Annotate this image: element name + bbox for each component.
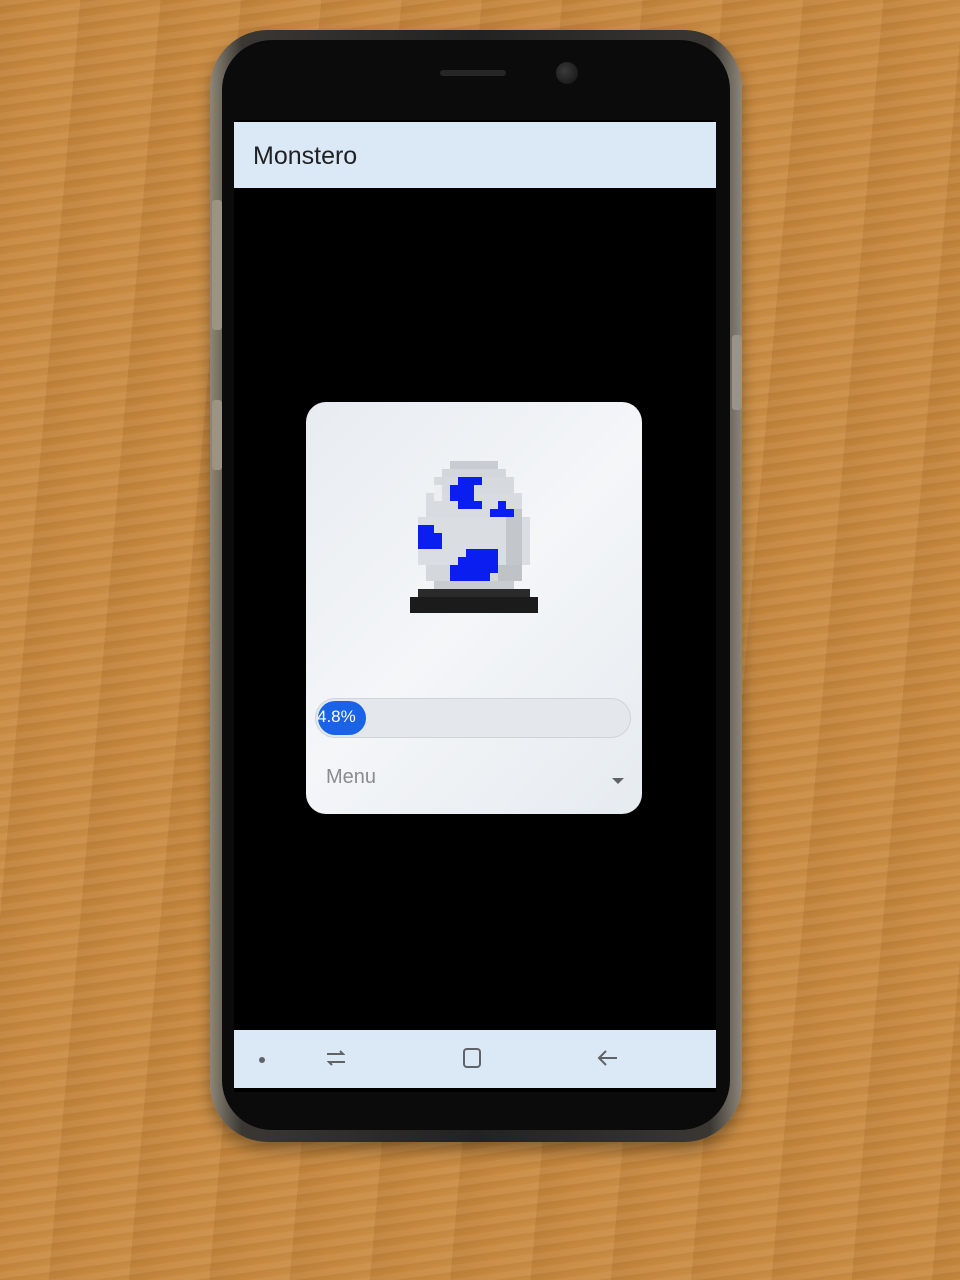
volume-button <box>212 200 222 330</box>
app-title: Monstero <box>253 142 358 170</box>
system-nav-bar <box>234 1030 716 1088</box>
dot-icon[interactable] <box>259 1057 265 1063</box>
menu-dropdown[interactable]: Menu <box>306 748 642 814</box>
front-camera-icon <box>556 62 578 84</box>
app-bar: Monstero <box>234 122 716 188</box>
home-icon[interactable] <box>460 1046 484 1070</box>
pixel-egg-icon[interactable] <box>410 458 538 624</box>
phone-screen: Monstero 4.8% Menu <box>234 120 716 1092</box>
caret-down-icon <box>612 778 624 784</box>
egg-card: 4.8% Menu <box>306 402 642 814</box>
recent-apps-icon[interactable] <box>324 1046 348 1070</box>
menu-dropdown-label: Menu <box>326 766 377 788</box>
hatch-progress-label: 4.8% <box>317 707 356 726</box>
back-icon[interactable] <box>596 1046 620 1070</box>
bixby-button <box>212 400 222 470</box>
hatch-progress-bar <box>315 698 631 738</box>
earpiece-speaker <box>440 70 506 76</box>
power-button <box>732 335 742 410</box>
